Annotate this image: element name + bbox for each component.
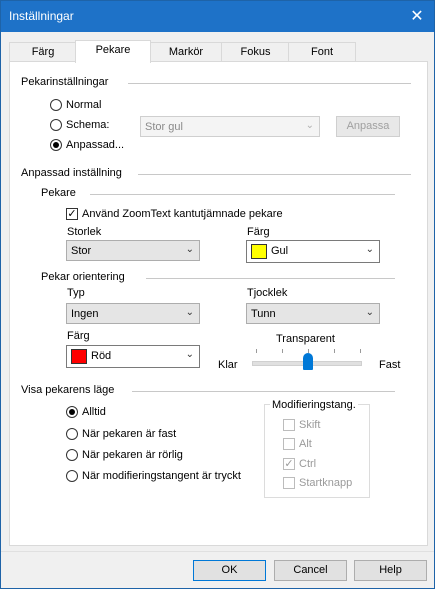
when-moving-radio[interactable] [66,449,78,461]
chevron-down-icon: ⌄ [185,307,194,318]
ctrl-checkbox[interactable]: ✓ [283,458,295,470]
when-modifier-radio[interactable] [66,470,78,482]
slider-tick [334,349,335,353]
slider-tick [256,349,257,353]
color-swatch [251,244,267,259]
chevron-down-icon: ⌄ [365,307,374,318]
size-select[interactable]: Stor ⌄ [66,240,200,261]
color-swatch [71,349,87,364]
custom-settings-heading: Anpassad inställning [21,167,122,179]
shift-checkbox[interactable] [283,419,295,431]
close-icon[interactable]: ✕ [400,1,434,32]
normal-radio[interactable] [50,99,62,111]
divider [128,83,411,84]
orientation-color-value: Röd [91,350,112,362]
custom-radio[interactable] [50,139,62,151]
tab-panel: Pekarinställningar Normal Schema: Stor g… [9,61,428,546]
tab-fokus[interactable]: Fokus [221,42,290,62]
thickness-label: Tjocklek [247,287,288,299]
checkmark-icon: ✓ [284,458,294,470]
chevron-down-icon: ⌄ [185,244,194,255]
type-label: Typ [67,287,85,299]
settings-window: Inställningar ✕ Färg Pekare Markör Fokus… [0,0,435,589]
normal-label[interactable]: Normal [66,99,101,111]
pointer-color-label: Färg [247,226,270,238]
when-stationary-radio[interactable] [66,428,78,440]
divider [138,174,411,175]
when-moving-label[interactable]: När pekaren är rörlig [82,449,183,461]
clear-label: Klar [218,359,238,371]
slider-tick [360,349,361,353]
window-title: Inställningar [9,9,74,23]
show-position-heading: Visa pekarens läge [21,384,115,396]
start-key-label[interactable]: Startknapp [299,477,352,489]
custom-label[interactable]: Anpassad... [66,139,124,151]
title-bar: Inställningar ✕ [1,1,434,32]
size-value: Stor [71,245,92,257]
tab-font[interactable]: Font [288,42,356,62]
orientation-color-select[interactable]: Röd ⌄ [66,345,200,368]
when-stationary-label[interactable]: När pekaren är fast [82,428,176,440]
always-radio[interactable] [66,406,78,418]
cancel-button[interactable]: Cancel [274,560,347,581]
alt-label[interactable]: Alt [299,438,312,450]
tab-strip: Färg Pekare Markör Fokus Font [9,40,427,63]
ctrl-label[interactable]: Ctrl [299,458,316,470]
alt-checkbox[interactable] [283,438,295,450]
slider-tick [282,349,283,353]
modifier-group-heading: Modifieringstang. [270,399,358,411]
scheme-value: Stor gul [145,121,183,133]
chevron-down-icon: ⌄ [365,244,374,255]
start-key-checkbox[interactable] [283,477,295,489]
tab-farg[interactable]: Färg [9,42,77,62]
scheme-radio[interactable] [50,119,62,131]
thickness-select[interactable]: Tunn ⌄ [246,303,380,324]
orientation-heading: Pekar orientering [41,271,125,283]
type-value: Ingen [71,308,99,320]
scheme-select[interactable]: Stor gul ⌄ [140,116,320,137]
tab-pekare[interactable]: Pekare [75,40,151,63]
transparent-label: Transparent [276,333,335,345]
adjust-button[interactable]: Anpassa [336,116,400,137]
chevron-down-icon: ⌄ [185,349,194,360]
divider [146,278,395,279]
when-modifier-label[interactable]: När modifieringstangent är tryckt [82,470,241,482]
pointer-color-value: Gul [271,245,289,257]
type-select[interactable]: Ingen ⌄ [66,303,200,324]
help-button[interactable]: Help [354,560,427,581]
solid-label: Fast [379,359,401,371]
footer-divider [1,551,434,552]
divider [90,194,395,195]
ok-button[interactable]: OK [193,560,266,581]
checkmark-icon: ✓ [67,208,77,220]
scheme-label[interactable]: Schema: [66,119,109,131]
orientation-color-label: Färg [67,330,90,342]
pointer-heading: Pekare [41,187,76,199]
smooth-label[interactable]: Använd ZoomText kantutjämnade pekare [82,208,283,220]
thickness-value: Tunn [251,308,276,320]
pointer-settings-heading: Pekarinställningar [21,76,109,88]
chevron-down-icon: ⌄ [305,120,314,131]
divider [132,391,395,392]
size-label: Storlek [67,226,102,238]
transparency-slider-thumb[interactable] [303,353,313,370]
shift-label[interactable]: Skift [299,419,320,431]
pointer-color-select[interactable]: Gul ⌄ [246,240,380,263]
tab-markor[interactable]: Markör [149,42,223,62]
smooth-checkbox[interactable]: ✓ [66,208,78,220]
always-label[interactable]: Alltid [82,406,106,418]
